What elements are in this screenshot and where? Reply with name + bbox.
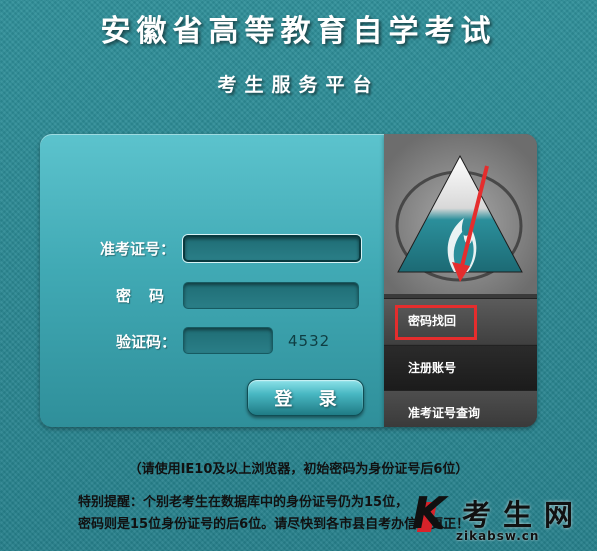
annotation-highlight-box (395, 305, 477, 340)
watermark-url: zikabsw.cn (456, 529, 540, 543)
captcha-code[interactable]: 4532 (288, 332, 330, 350)
page-title: 安徽省高等教育自学考试 (100, 14, 497, 49)
login-panel: 准考证号： 密码： 验证码： 4532 登 录 (40, 134, 384, 427)
browser-notice: （请使用IE10及以上浏览器，初始密码为身份证号后6位） (128, 462, 469, 477)
captcha-label: 验证码： (116, 333, 177, 351)
triangle-flame-logo-icon (384, 134, 537, 294)
side-menu: 密码找回 注册账号 准考证号查询 (384, 134, 537, 427)
id-number-input[interactable] (183, 235, 361, 262)
side-menu-register[interactable]: 注册账号 (384, 346, 537, 391)
captcha-input[interactable] (183, 327, 273, 354)
watermark-letter: K (412, 488, 447, 539)
login-button[interactable]: 登 录 (247, 379, 364, 416)
id-number-label: 准考证号： (100, 240, 176, 258)
watermark-brand: 考生网 (462, 498, 586, 532)
logo-area (384, 134, 537, 294)
password-input[interactable] (183, 282, 359, 309)
side-menu-id-lookup[interactable]: 准考证号查询 (384, 391, 537, 427)
watermark: K 考生网 zikabsw.cn (410, 488, 597, 551)
page-subtitle: 考生服务平台 (217, 74, 380, 96)
